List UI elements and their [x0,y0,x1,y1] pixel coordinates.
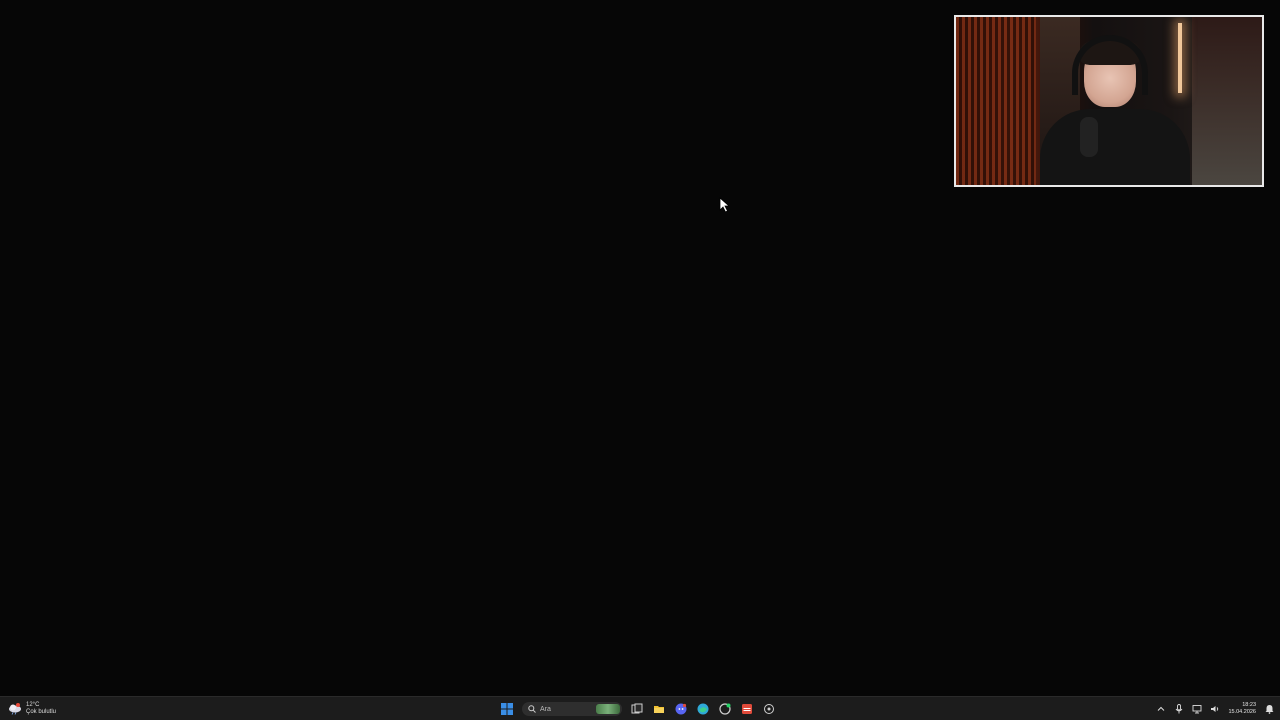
settings-icon[interactable] [762,702,776,716]
search-placeholder: Ara [540,705,551,713]
system-tray: 18:23 15.04.2026 [1156,699,1274,719]
cloud-rain-icon [8,703,22,715]
webcam-microphone [1080,117,1098,157]
volume-icon[interactable] [1210,704,1220,714]
network-icon[interactable] [1192,704,1202,714]
whatsapp-icon[interactable] [718,702,732,716]
weather-temperature: 12°C [26,702,40,708]
taskbar: 12°C Çok bulutlu Ara 18:23 15.04.2026 [0,696,1280,720]
clock-date: 15.04.2026 [1228,709,1256,715]
weather-text: 12°C Çok bulutlu [26,702,56,716]
task-view-icon[interactable] [630,702,644,716]
notification-icon[interactable] [1264,704,1274,714]
clock-time: 18:23 [1242,702,1256,708]
weather-condition: Çok bulutlu [26,709,57,715]
webcam-background-shelf-right [1192,17,1262,185]
file-explorer-icon[interactable] [652,702,666,716]
search-icon [528,705,536,713]
webcam-person-body [1040,109,1190,185]
clock[interactable]: 18:23 15.04.2026 [1228,702,1256,716]
webcam-overlay [954,15,1264,187]
edge-icon[interactable] [696,702,710,716]
chevron-up-icon[interactable] [1156,704,1166,714]
microphone-icon[interactable] [1174,704,1184,714]
weather-widget[interactable]: 12°C Çok bulutlu [8,699,56,719]
webcam-background-lamp [1178,23,1182,93]
taskbar-search[interactable]: Ara [522,702,622,716]
discord-icon[interactable] [674,702,688,716]
stream-app-icon[interactable] [740,702,754,716]
desktop [0,0,1280,696]
webcam-background-slats [956,17,1036,185]
taskbar-center: Ara [500,699,776,719]
search-highlight-image [596,704,620,714]
mouse-cursor-icon [719,197,731,213]
start-icon[interactable] [500,702,514,716]
